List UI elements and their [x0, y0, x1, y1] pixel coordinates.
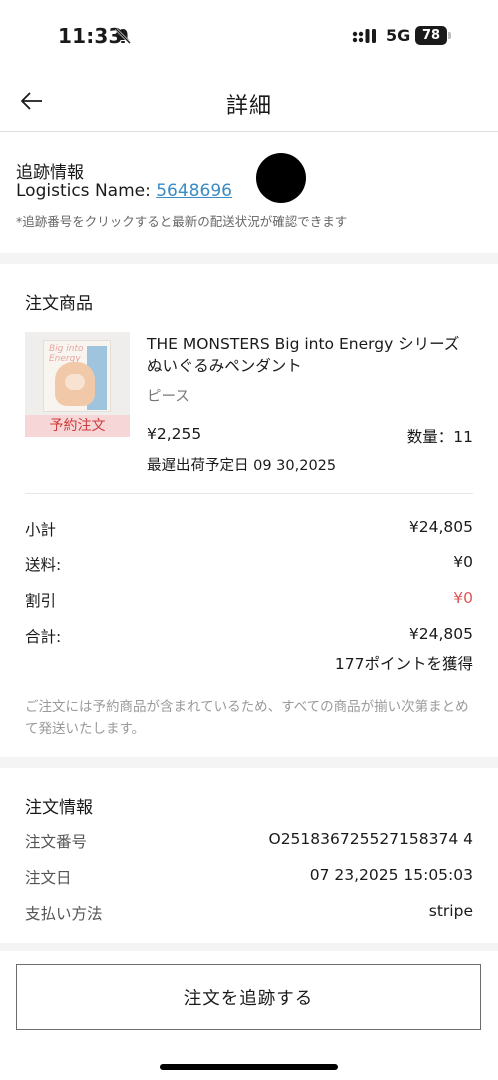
order-info-section: 注文情報 注文番号 O251836725527158374 4 注文日 07 2… [0, 768, 498, 943]
redaction-mark [256, 153, 306, 203]
preorder-note: ご注文には予約商品が含まれているため、すべての商品が揃い次第まとめて発送いたしま… [25, 699, 469, 737]
tracking-section: 追跡情報 Logistics Name: 5648696 *追跡番号をクリックす… [0, 133, 498, 253]
logistics-row: Logistics Name: 5648696 [16, 181, 232, 201]
preorder-badge: 予約注文 [25, 415, 130, 437]
section-gap [0, 943, 498, 951]
tracking-note: *追跡番号をクリックすると最新の配送状況が確認できます [16, 214, 348, 229]
page-title: 詳細 [225, 94, 272, 119]
section-gap [0, 253, 498, 264]
total-label: 合計: [25, 628, 62, 646]
total-value: ¥24,805 [408, 625, 473, 643]
shipping-value: ¥0 [453, 553, 473, 571]
status-time: 11:33 [58, 24, 123, 48]
tracking-number-link[interactable]: 5648696 [156, 181, 232, 201]
order-number: O251836725527158374 4 [268, 830, 474, 848]
signal-icon [352, 29, 376, 43]
discount-value: ¥0 [453, 589, 473, 607]
product-name[interactable]: THE MONSTERS Big into Energy シリーズ ぬいぐるみペ… [147, 333, 477, 377]
order-number-label: 注文番号 [25, 833, 88, 851]
order-date: 07 23,2025 15:05:03 [309, 866, 473, 884]
track-order-button[interactable]: 注文を追跡する [16, 964, 481, 1030]
network-label: 5G [386, 26, 411, 45]
order-date-label: 注文日 [25, 869, 72, 887]
product-price: ¥2,255 [147, 425, 202, 443]
subtotal-label: 小計 [25, 521, 57, 539]
battery-level: 78 [421, 28, 441, 43]
section-gap [0, 757, 498, 768]
subtotal-value: ¥24,805 [408, 518, 473, 536]
payment-label: 支払い方法 [25, 905, 103, 923]
ship-date: 最遅出荷予定日 09 30,2025 [147, 458, 337, 474]
battery-icon: 78 [415, 26, 451, 45]
order-items-section: 注文商品 Big into Energy 予約注文 THE MONSTERS Bi… [0, 264, 498, 757]
logistics-label: Logistics Name: [16, 181, 157, 201]
bell-slash-icon [115, 28, 131, 44]
order-info-title: 注文情報 [25, 798, 93, 818]
points-earned: 177ポイントを獲得 [334, 655, 473, 673]
home-indicator [160, 1064, 338, 1070]
status-bar: 11:33 5G 78 [0, 0, 498, 72]
shipping-label: 送料: [25, 556, 62, 574]
payment-method: stripe [428, 902, 473, 920]
app-header: 詳細 [0, 72, 498, 132]
divider [25, 493, 473, 494]
product-quantity: 数量：11 [406, 428, 473, 446]
tracking-title: 追跡情報 [16, 163, 84, 183]
discount-label: 割引 [25, 592, 57, 610]
order-items-title: 注文商品 [25, 294, 93, 314]
product-variant: ピース [147, 389, 190, 405]
